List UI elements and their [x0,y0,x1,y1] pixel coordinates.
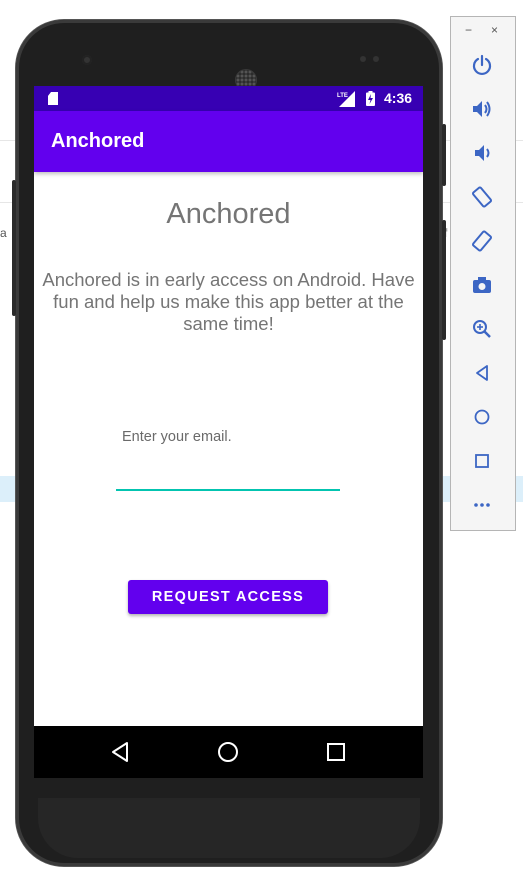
emulator-toolbar: − × [450,16,516,531]
rotate-right-icon[interactable] [470,229,494,253]
page-description: Anchored is in early access on Android. … [42,269,415,334]
zoom-icon[interactable] [470,317,494,341]
phone-chin [38,798,420,858]
volume-down-icon[interactable] [470,141,494,165]
navigation-bar [34,726,423,778]
back-triangle-icon[interactable] [106,738,134,766]
sensor-dot-icon [373,56,379,62]
sensor-dot-icon [360,56,366,62]
lte-label: LTE [337,93,348,99]
app-bar: Anchored [34,111,423,172]
volume-up-icon[interactable] [470,97,494,121]
overview-icon[interactable] [470,449,494,473]
phone-power-key [442,124,446,186]
camera-icon[interactable] [470,273,494,297]
lte-signal-icon: LTE [337,91,355,107]
request-access-button[interactable]: REQUEST ACCESS [128,580,328,614]
status-bar: LTE 4:36 [34,86,423,111]
toolbar-minimize-button[interactable]: − [465,23,472,37]
email-field-label: Enter your email. [122,429,232,445]
page-title: Anchored [166,198,291,230]
home-icon[interactable] [470,405,494,429]
host-window-text-fragment-left: a [0,226,7,240]
more-icon[interactable] [470,493,494,517]
phone-side-key-left [12,180,16,316]
power-icon[interactable] [470,53,494,77]
toolbar-close-button[interactable]: × [491,23,498,37]
phone-volume-key [442,220,446,340]
front-camera-icon [82,55,92,65]
rotate-left-icon[interactable] [470,185,494,209]
recents-square-icon[interactable] [322,738,350,766]
battery-charging-icon [366,91,375,106]
email-field[interactable] [116,461,340,491]
app-bar-title: Anchored [51,130,145,152]
device-screen: LTE 4:36 Anchored Anchored Anchored is i… [34,86,423,778]
back-icon[interactable] [470,361,494,385]
sd-card-icon [48,92,58,105]
status-time: 4:36 [384,90,413,106]
home-circle-icon[interactable] [214,738,242,766]
